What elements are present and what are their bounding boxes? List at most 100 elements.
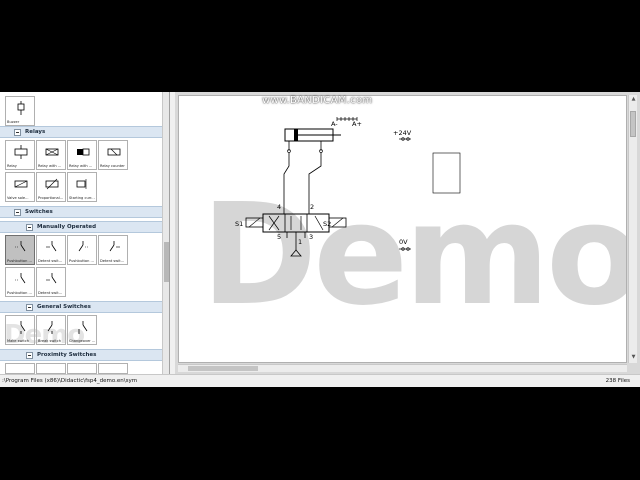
proportional-icon [45,178,59,190]
scrollbar-thumb[interactable] [164,242,169,282]
section-label: Manually Operated [37,224,97,230]
library-item-changeover[interactable]: Changeover ... [67,315,97,345]
detent-switch-icon [46,273,57,284]
library-item-starting-current[interactable]: Starting curr... [67,172,97,202]
library-item-pushbutton-2[interactable]: Pushbutton ... [67,235,97,265]
section-label: Relays [25,129,46,135]
library-item-label: Relay with ... [38,164,62,168]
section-label: Switches [25,209,53,215]
library-item-label: Pushbutton ... [7,291,32,295]
collapse-icon[interactable] [14,129,21,136]
pipe-port-4 [283,152,290,214]
section-switches[interactable]: Switches [0,206,162,218]
library-scrollbar[interactable] [162,92,169,374]
library-item-label: Valve sole... [7,196,29,200]
scroll-up-icon[interactable]: ▲ [630,96,637,103]
supply-24v-terminal[interactable] [399,137,411,141]
relay-counter-icon [107,148,121,156]
library-item-label: Starting curr... [69,196,95,200]
valve-port-1: 1 [298,238,303,246]
library-item-pushbutton-3[interactable]: Pushbutton ... [5,267,35,297]
collapse-icon[interactable] [26,352,33,359]
recorder-watermark: www.BANDICAM.com [262,95,373,106]
library-item-detent-switch[interactable]: Detent swit... [36,235,66,265]
break-switch-icon [47,321,53,334]
detent-switch-icon [109,241,120,252]
library-item-label: Detent swit... [38,291,63,295]
section-relays[interactable]: Relays [0,126,162,138]
library-item-relay[interactable]: Relay [5,140,35,170]
library-item-relay-with-2[interactable]: Relay with ... [67,140,97,170]
scrollbar-thumb[interactable] [188,366,258,371]
pushbutton-icon [78,241,89,252]
library-item-label: Pushbutton ... [69,259,94,263]
library-item-break-switch[interactable]: Break switch [36,315,66,345]
library-item-pushbutton[interactable]: Pushbutton ... [5,235,35,265]
cylinder-label-minus: A- [331,120,338,128]
empty-component-frame[interactable] [432,152,461,194]
library-item-make-switch[interactable]: Make switch [5,315,35,345]
detent-switch-icon [46,241,57,252]
library-item-proximity-1[interactable] [5,363,35,374]
library-item-proximity-2[interactable] [36,363,66,374]
collapse-icon[interactable] [26,304,33,311]
collapse-icon[interactable] [14,209,21,216]
supply-0v-terminal[interactable] [399,247,411,251]
section-proximity-switches[interactable]: Proximity Switches [0,349,162,361]
section-manually-operated[interactable]: Manually Operated [0,221,162,233]
library-item-detent-switch-3[interactable]: Detent swit... [36,267,66,297]
cylinder-label-plus: A+ [352,120,362,128]
library-item-label: Pushbutton ... [7,259,32,263]
section-label: Proximity Switches [37,352,97,358]
section-general-switches[interactable]: General Switches [0,301,162,313]
relay-with-icon [77,148,90,156]
starting-current-icon [76,179,87,189]
supply-label-24v: +24V [393,129,412,137]
circuit-canvas[interactable]: Demo A- A+ 4 2 5 1 3 S1 S2 +24V 0V [178,95,627,363]
pushbutton-icon [15,241,26,252]
pneumatic-cylinder[interactable] [284,128,341,153]
status-file-count: 238 Files [605,378,630,384]
library-item-relay-with[interactable]: Relay with ... [36,140,66,170]
solenoid-label-s1: S1 [235,220,244,228]
supply-label-0v: 0V [399,238,408,246]
buzzer-icon [17,101,25,115]
relay-icon [14,145,28,159]
library-item-buzzer[interactable]: Buzzer [5,96,35,126]
valve-port-4: 4 [277,203,282,211]
app-window: Buzzer Relays Relay Relay with ... Relay… [0,92,640,387]
library-item-relay-counter[interactable]: Relay counter [98,140,128,170]
library-item-label: Break switch [38,339,61,343]
valve-port-2: 2 [310,203,315,211]
library-item-label: Changeover ... [69,339,96,343]
library-item-label: Relay [7,164,17,168]
relay-with-icon [45,148,59,156]
library-item-label: Relay with ... [69,164,93,168]
library-item-proximity-4[interactable] [98,363,128,374]
library-item-detent-switch-2[interactable]: Detent swit... [98,235,128,265]
library-item-proportional[interactable]: Proportional... [36,172,66,202]
library-item-label: Detent swit... [100,259,125,263]
solenoid-label-s2: S2 [323,220,332,228]
scrollbar-thumb[interactable] [630,111,636,137]
scroll-down-icon[interactable]: ▼ [630,354,637,361]
section-label: General Switches [37,304,91,310]
status-bar: :\Program Files (x86)\Didactic\fsp4_demo… [0,374,640,387]
library-item-label: Make switch [7,339,30,343]
make-switch-icon [20,321,26,334]
library-item-proximity-3[interactable] [67,363,97,374]
canvas-vertical-scrollbar[interactable]: ▲ ▼ [628,95,637,363]
collapse-icon[interactable] [26,224,33,231]
pushbutton-icon [15,273,26,284]
drawing-area: Demo A- A+ 4 2 5 1 3 S1 S2 +24V 0V ▲ ▼ [175,92,640,374]
canvas-horizontal-scrollbar[interactable] [178,364,627,372]
library-item-label: Detent swit... [38,259,63,263]
library-item-valve-solenoid[interactable]: Valve sole... [5,172,35,202]
library-item-label: Relay counter [100,164,125,168]
library-item-label: Buzzer [7,120,20,124]
changeover-icon [78,321,88,334]
component-library-panel: Buzzer Relays Relay Relay with ... Relay… [0,92,170,374]
valve-port-5: 5 [277,233,282,241]
valve-port-3: 3 [309,233,314,241]
valve-solenoid-icon [14,180,28,188]
